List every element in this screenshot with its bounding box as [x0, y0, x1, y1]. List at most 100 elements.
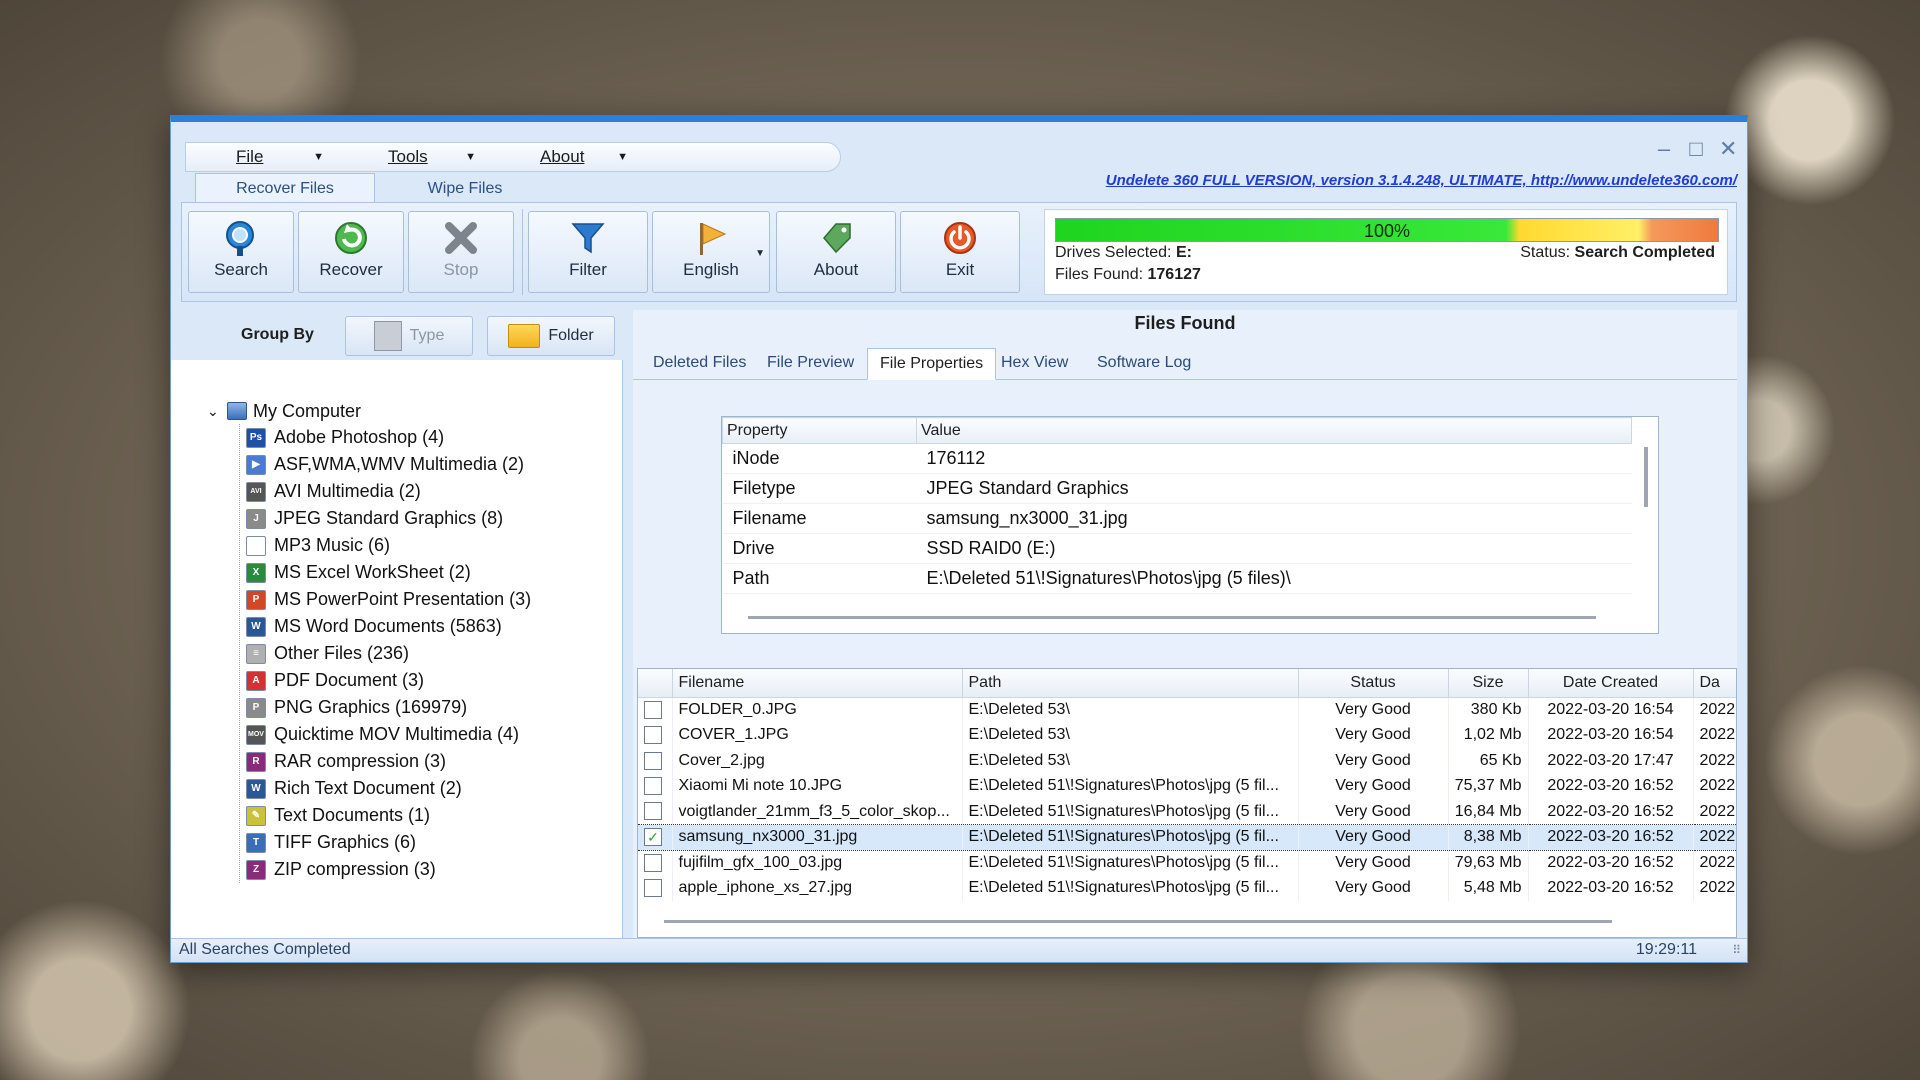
minimize-icon[interactable]: –: [1655, 136, 1673, 162]
rtf-icon: W: [246, 778, 266, 799]
row-checkbox[interactable]: [644, 879, 662, 898]
date-cell: 2022: [1693, 875, 1736, 901]
tree-item[interactable]: A PDF Document (3): [246, 667, 531, 694]
row-checkbox[interactable]: [644, 802, 662, 821]
stop-button[interactable]: Stop: [408, 211, 514, 293]
row-checkbox-cell: [638, 799, 673, 825]
status-column-header[interactable]: Status: [1298, 669, 1449, 698]
tree-item[interactable]: T TIFF Graphics (6): [246, 829, 531, 856]
tree-item[interactable]: Z ZIP compression (3): [246, 856, 531, 883]
version-link[interactable]: Undelete 360 FULL VERSION, version 3.1.4…: [1106, 172, 1737, 189]
table-row[interactable]: ✓ samsung_nx3000_31.jpg E:\Deleted 51\!Sig…: [638, 824, 1736, 851]
property-row[interactable]: Filetype JPEG Standard Graphics: [722, 473, 1632, 504]
size-column-header[interactable]: Size: [1448, 669, 1529, 698]
group-by-folder-button[interactable]: Folder: [487, 316, 615, 356]
collapse-icon[interactable]: ⌄: [207, 403, 221, 420]
row-checkbox[interactable]: [644, 700, 662, 719]
property-row[interactable]: Path E:\Deleted 51\!Signatures\Photos\jpg…: [722, 563, 1632, 594]
tree-item-label: JPEG Standard Graphics (8): [274, 508, 504, 528]
table-row[interactable]: FOLDER_0.JPG E:\Deleted 53\ Very Good 380 K…: [638, 697, 1736, 723]
tree-item[interactable]: MP3 Music (6): [246, 532, 531, 559]
table-row[interactable]: Cover_2.jpg E:\Deleted 53\ Very Good 65 Kb 2…: [638, 748, 1736, 774]
filter-button-label: Filter: [569, 260, 607, 279]
property-value: JPEG Standard Graphics: [916, 473, 1632, 504]
property-row[interactable]: iNode 176112: [722, 443, 1632, 474]
table-row[interactable]: apple_iphone_xs_27.jpg E:\Deleted 51\!Sig…: [638, 875, 1736, 901]
tree-item[interactable]: W MS Word Documents (5863): [246, 613, 531, 640]
group-by-type-button[interactable]: Type: [345, 316, 473, 356]
files-found-value: 176127: [1147, 266, 1201, 283]
tree-item[interactable]: W Rich Text Document (2): [246, 775, 531, 802]
tree-item-label: MS Word Documents (5863): [274, 616, 502, 636]
language-button[interactable]: English ▼: [652, 211, 770, 293]
tree-item[interactable]: ≡ Other Files (236): [246, 640, 531, 667]
date-created-cell: 2022-03-20 16:52: [1528, 875, 1694, 901]
toolbar-divider: [522, 209, 523, 295]
tab-file-preview[interactable]: File Preview: [755, 348, 866, 380]
group-by-label: Group By: [241, 326, 314, 343]
menu-tools[interactable]: Tools ▼: [338, 147, 490, 167]
maximize-icon[interactable]: □: [1687, 136, 1705, 162]
tree-item[interactable]: R RAR compression (3): [246, 748, 531, 775]
menu-bar: File ▼ Tools ▼ About ▼: [185, 142, 841, 172]
tree-item-label: RAR compression (3): [274, 751, 447, 771]
filter-button[interactable]: Filter: [528, 211, 648, 293]
about-button[interactable]: About: [776, 211, 896, 293]
tree-item[interactable]: X MS Excel WorkSheet (2): [246, 559, 531, 586]
tree-item[interactable]: ✎ Text Documents (1): [246, 802, 531, 829]
table-row[interactable]: voigtlander_21mm_f3_5_color_skop... E:\De…: [638, 799, 1736, 825]
date-cell: 2022: [1693, 824, 1736, 851]
tree-item[interactable]: Ps Adobe Photoshop (4): [246, 424, 531, 451]
filename-cell: Xiaomi Mi note 10.JPG: [672, 773, 963, 799]
row-checkbox[interactable]: [644, 777, 662, 796]
tree-item[interactable]: P MS PowerPoint Presentation (3): [246, 586, 531, 613]
row-checkbox-cell: [638, 773, 673, 799]
tree-root-my-computer[interactable]: ⌄ My Computer: [207, 398, 531, 424]
tree-item[interactable]: P PNG Graphics (169979): [246, 694, 531, 721]
files-horizontal-scrollbar[interactable]: [664, 920, 1612, 923]
row-checkbox[interactable]: ✓: [644, 828, 662, 847]
exit-button[interactable]: Exit: [900, 211, 1020, 293]
status-value: Search Completed: [1574, 244, 1715, 261]
row-checkbox-cell: [638, 722, 673, 748]
tree-item[interactable]: AVI AVI Multimedia (2): [246, 478, 531, 505]
properties-panel: Property Value iNode 176112 Filetype JPEG S…: [721, 416, 1659, 634]
filter-icon: [571, 223, 605, 254]
value-column-header[interactable]: Value: [916, 417, 1632, 444]
properties-vertical-scrollbar[interactable]: [1644, 447, 1648, 507]
tab-software-log[interactable]: Software Log: [1085, 348, 1203, 380]
close-icon[interactable]: ✕: [1719, 136, 1737, 162]
row-checkbox[interactable]: [644, 726, 662, 745]
table-row[interactable]: fujifilm_gfx_100_03.jpg E:\Deleted 51\!Si…: [638, 850, 1736, 876]
search-button[interactable]: Search: [188, 211, 294, 293]
resize-grip-icon[interactable]: ⠿: [1732, 943, 1741, 957]
files-found-label: Files Found:: [1055, 266, 1144, 283]
tree-item-label: Adobe Photoshop (4): [274, 427, 445, 447]
tab-hex-view[interactable]: Hex View: [989, 348, 1080, 380]
tree-item[interactable]: MOV Quicktime MOV Multimedia (4): [246, 721, 531, 748]
row-checkbox[interactable]: [644, 751, 662, 770]
tab-deleted-files[interactable]: Deleted Files: [641, 348, 758, 380]
table-row[interactable]: COVER_1.JPG E:\Deleted 53\ Very Good 1,02 M…: [638, 722, 1736, 748]
row-checkbox[interactable]: [644, 853, 662, 872]
menu-file[interactable]: File ▼: [186, 147, 338, 167]
tree-item-label: PDF Document (3): [274, 670, 425, 690]
tab-recover-files[interactable]: Recover Files: [195, 173, 375, 203]
powerpoint-icon: P: [246, 589, 266, 610]
table-row[interactable]: Xiaomi Mi note 10.JPG E:\Deleted 51\!Sign…: [638, 773, 1736, 799]
mov-icon: MOV: [246, 724, 266, 745]
filename-column-header[interactable]: Filename: [672, 669, 963, 698]
properties-horizontal-scrollbar[interactable]: [748, 616, 1596, 619]
recover-button[interactable]: Recover: [298, 211, 404, 293]
date-column-header[interactable]: Da: [1693, 669, 1736, 698]
path-column-header[interactable]: Path: [962, 669, 1299, 698]
tree-item[interactable]: ▶ ASF,WMA,WMV Multimedia (2): [246, 451, 531, 478]
tab-file-properties[interactable]: File Properties: [867, 348, 997, 380]
menu-about[interactable]: About ▼: [490, 147, 642, 167]
property-column-header[interactable]: Property: [722, 417, 917, 444]
tree-item[interactable]: J JPEG Standard Graphics (8): [246, 505, 531, 532]
tab-wipe-files[interactable]: Wipe Files: [375, 173, 555, 203]
property-row[interactable]: Filename samsung_nx3000_31.jpg: [722, 503, 1632, 534]
property-row[interactable]: Drive SSD RAID0 (E:): [722, 533, 1632, 564]
date-created-column-header[interactable]: Date Created: [1528, 669, 1694, 698]
